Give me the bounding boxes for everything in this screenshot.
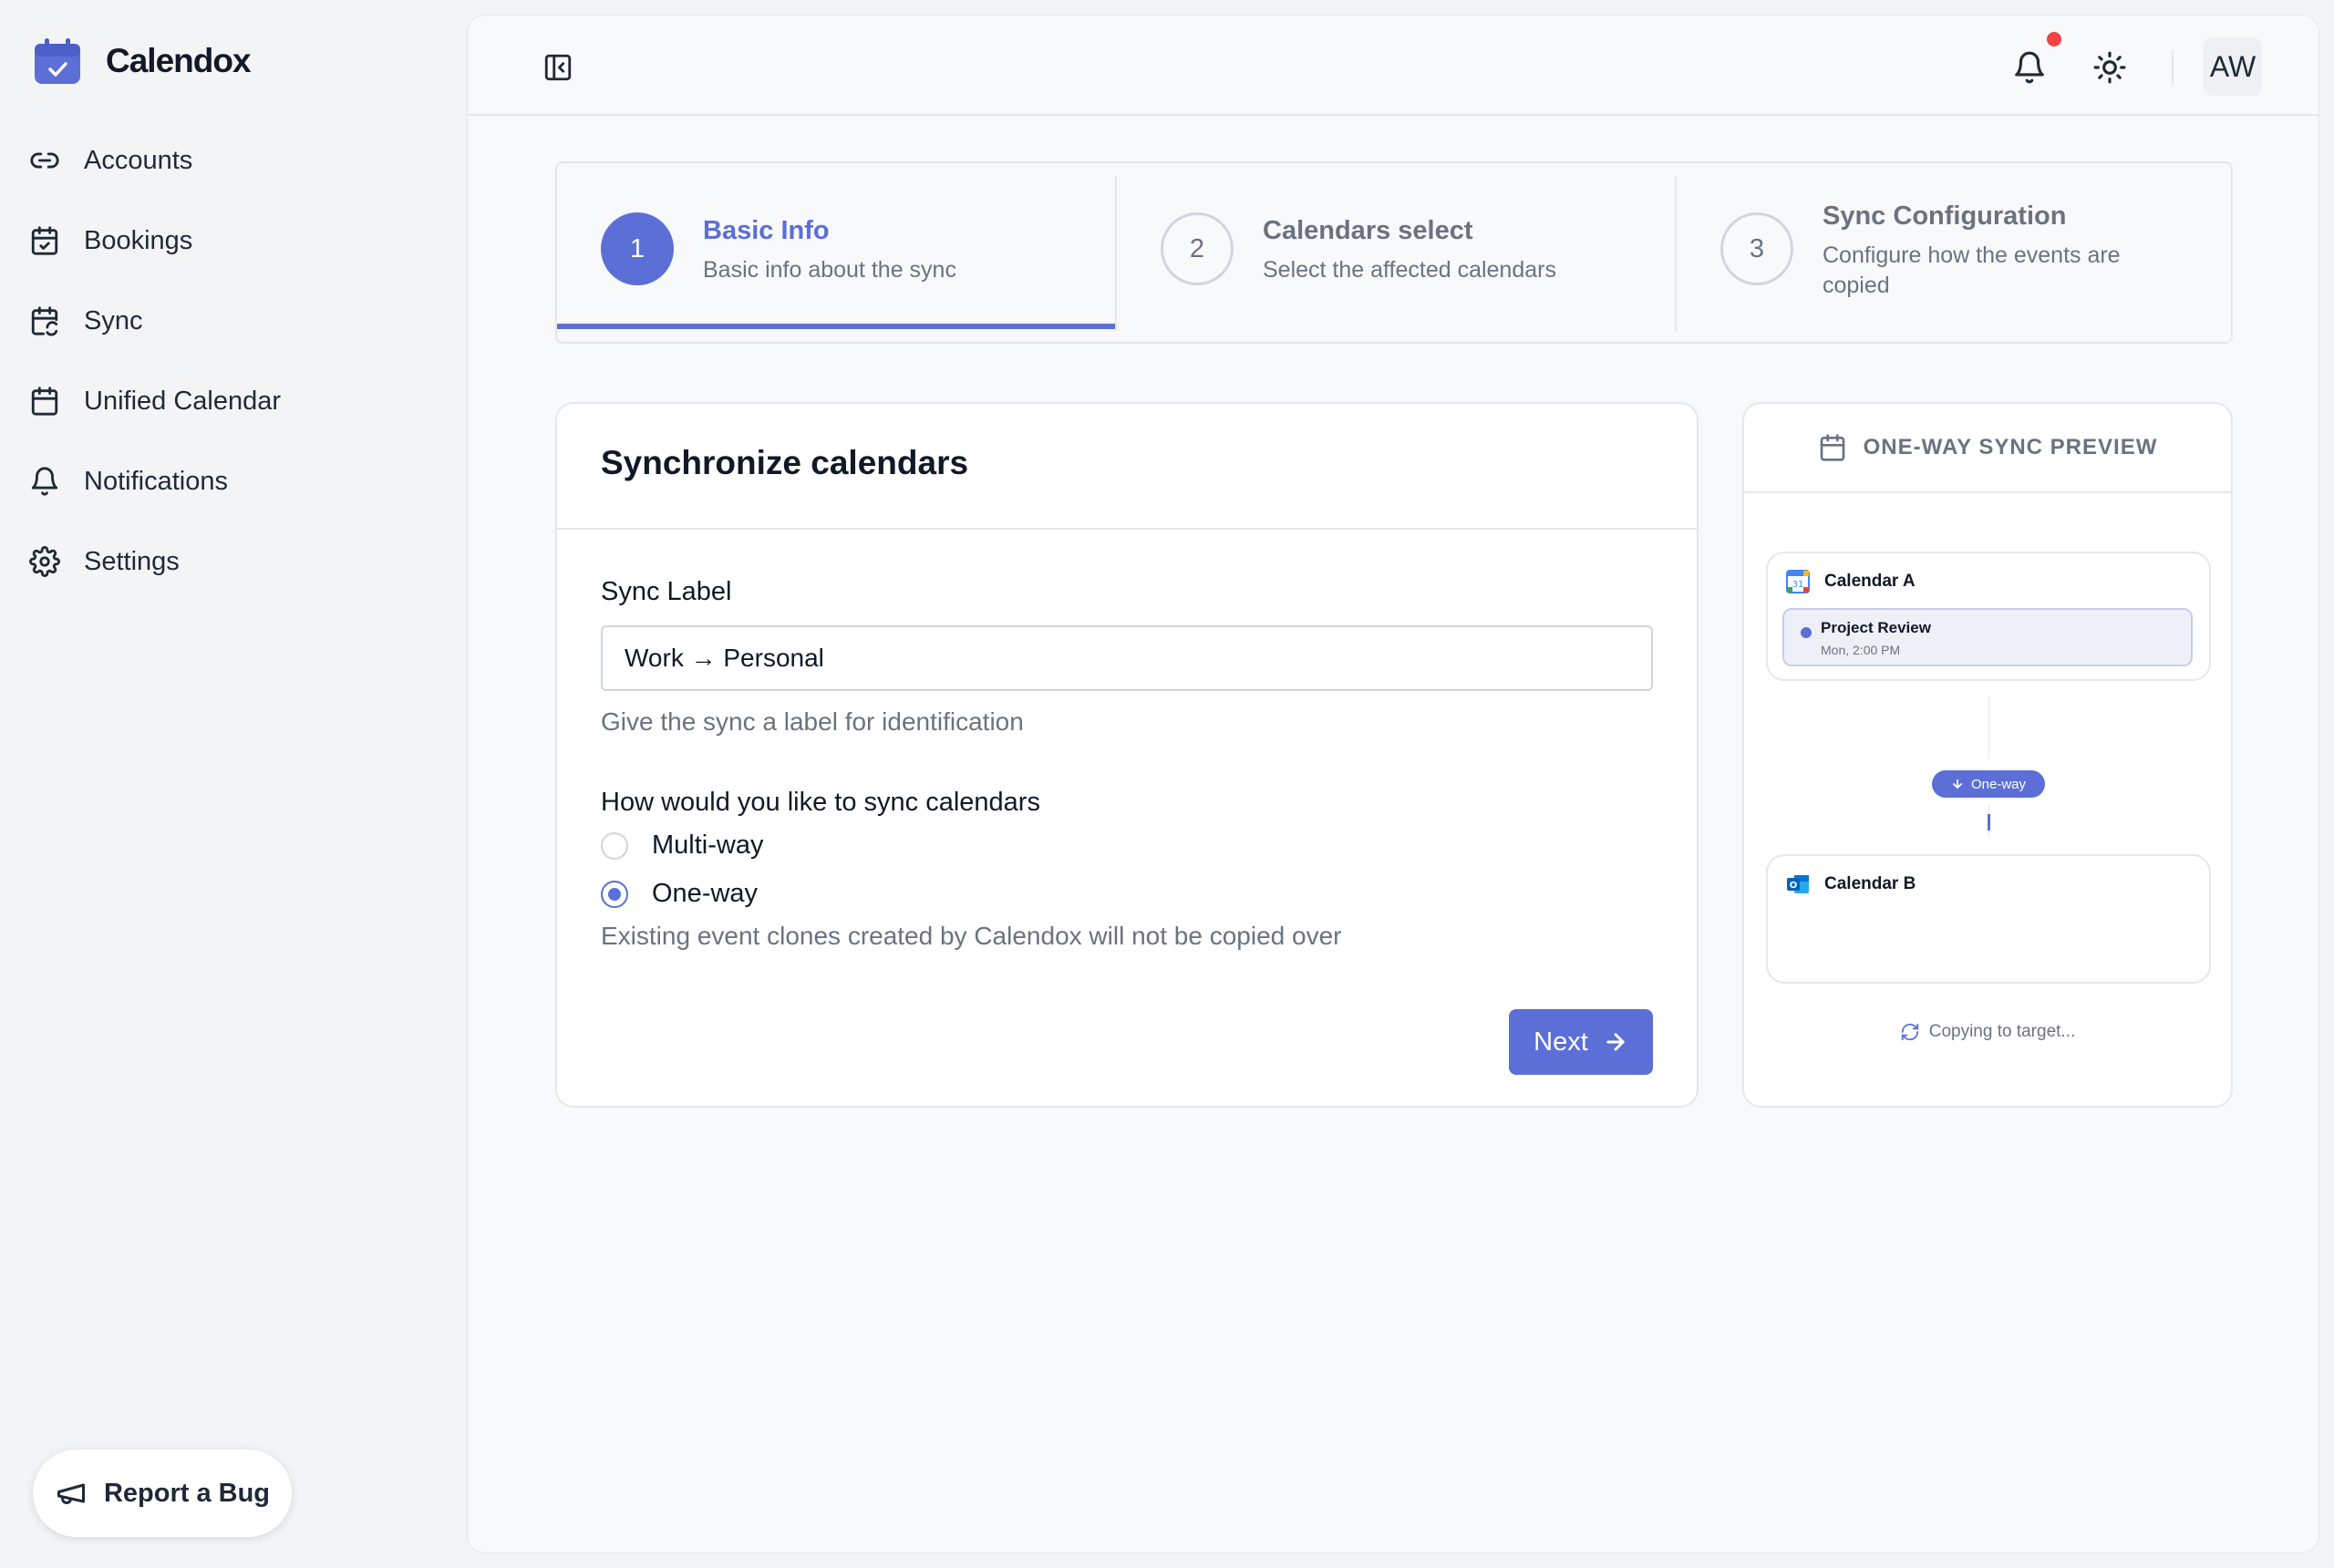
step-number: 2 <box>1161 212 1234 285</box>
notifications-bell-icon[interactable] <box>2012 50 2047 85</box>
step-sync-configuration[interactable]: 3 Sync Configuration Configure how the e… <box>1677 163 2233 342</box>
calendar-a-name: Calendar A <box>1824 572 1916 591</box>
step-title: Calendars select <box>1263 216 1473 245</box>
sidebar-item-unified-calendar[interactable]: Unified Calendar <box>27 361 447 441</box>
flow-indicator <box>1988 814 1990 830</box>
calendar-b-box: O Calendar B <box>1766 854 2211 984</box>
sun-icon[interactable] <box>2092 50 2127 85</box>
radio-label: Multi-way <box>652 830 764 860</box>
main-panel: AW 1 Basic Info Basic info about the syn… <box>467 15 2319 1553</box>
sync-mode-hint: Existing event clones created by Calendo… <box>601 922 1342 950</box>
direction-badge: One-way <box>1932 770 2045 798</box>
calendar-a-header: 31 Calendar A <box>1786 570 1916 593</box>
bell-icon <box>31 467 58 496</box>
svg-text:31: 31 <box>1792 580 1804 590</box>
sidebar-item-label: Unified Calendar <box>84 386 282 416</box>
connector-line <box>1988 696 1989 759</box>
sidebar-item-settings[interactable]: Settings <box>27 521 447 602</box>
step-text: Basic Info Basic info about the sync <box>703 216 1068 285</box>
step-calendars-select[interactable]: 2 Calendars select Select the affected c… <box>1117 163 1675 342</box>
avatar[interactable]: AW <box>2204 37 2262 96</box>
sidebar-item-label: Notifications <box>84 466 228 496</box>
sidebar-item-bookings[interactable]: Bookings <box>27 201 447 281</box>
sync-label-label: Sync Label <box>601 577 732 606</box>
sidebar-item-label: Bookings <box>84 225 193 255</box>
sync-label-input[interactable] <box>601 625 1653 691</box>
sidebar-item-sync[interactable]: Sync <box>27 281 447 361</box>
topbar-divider <box>2172 50 2174 85</box>
calendar-check-icon <box>31 226 58 255</box>
sidebar-item-label: Sync <box>84 305 143 335</box>
sidebar-item-label: Settings <box>84 546 180 576</box>
step-description: Configure how the events are copied <box>1823 242 2121 298</box>
step-number: 1 <box>601 212 674 285</box>
step-title: Basic Info <box>703 216 830 245</box>
sidebar-item-label: Accounts <box>84 145 193 175</box>
calendar-icon <box>1820 434 1844 461</box>
event-card: Project Review Mon, 2:00 PM <box>1782 608 2193 666</box>
step-text: Calendars select Select the affected cal… <box>1263 216 1627 285</box>
sidebar-item-notifications[interactable]: Notifications <box>27 441 447 521</box>
step-description: Basic info about the sync <box>703 257 956 283</box>
radio-button[interactable] <box>601 831 628 860</box>
radio-multi-way[interactable]: Multi-way <box>601 830 1653 861</box>
topbar: AW <box>468 15 2319 116</box>
calendar-logo-icon <box>35 38 80 84</box>
report-bug-button[interactable]: Report a Bug <box>33 1449 292 1537</box>
stepper: 1 Basic Info Basic info about the sync 2… <box>555 161 2233 344</box>
event-time: Mon, 2:00 PM <box>1821 643 1901 657</box>
report-bug-label: Report a Bug <box>103 1478 271 1508</box>
next-button[interactable]: Next <box>1509 1009 1653 1075</box>
step-description: Select the affected calendars <box>1263 257 1556 283</box>
step-basic-info[interactable]: 1 Basic Info Basic info about the sync <box>557 163 1115 342</box>
sync-preview-card: ONE-WAY SYNC PREVIEW 31 Calendar A Proje… <box>1742 402 2233 1108</box>
copy-status: Copying to target... <box>1744 1022 2231 1042</box>
copy-status-text: Copying to target... <box>1928 1022 2076 1041</box>
event-title: Project Review <box>1821 619 1931 636</box>
calendar-a-box: 31 Calendar A Project Review Mon, 2:00 P… <box>1766 552 2211 681</box>
sync-form-card: Synchronize calendars Sync Label Give th… <box>555 402 1699 1108</box>
megaphone-icon <box>57 1483 85 1504</box>
link-icon <box>30 152 59 169</box>
radio-one-way[interactable]: One-way <box>601 879 1653 909</box>
calendar-sync-icon <box>31 306 58 336</box>
google-calendar-icon: 31 <box>1786 570 1810 593</box>
outlook-icon: O <box>1787 875 1809 893</box>
sidebar-collapse-icon[interactable] <box>542 52 573 83</box>
next-label: Next <box>1534 1026 1588 1057</box>
brand-name: Calendox <box>106 42 252 79</box>
sidebar-item-accounts[interactable]: Accounts <box>27 120 447 201</box>
step-number: 3 <box>1720 212 1793 285</box>
calendar-b-header: O Calendar B <box>1786 872 1916 896</box>
brand[interactable]: Calendox <box>33 36 252 86</box>
sidebar-nav: Accounts Bookings Sync Unified Calendar … <box>27 120 447 602</box>
active-step-indicator <box>557 324 1115 329</box>
preview-header: ONE-WAY SYNC PREVIEW <box>1744 404 2231 493</box>
arrow-right-icon <box>1606 1033 1625 1051</box>
svg-text:O: O <box>1790 881 1798 891</box>
event-dot <box>1801 627 1812 638</box>
card-body: Sync Label Give the sync a label for ide… <box>557 530 1697 998</box>
sidebar: Calendox Accounts Bookings Sync Unified … <box>0 0 467 1568</box>
notification-dot <box>2047 32 2061 46</box>
preview-title: ONE-WAY SYNC PREVIEW <box>1863 435 2158 459</box>
arrow-down-icon <box>1953 779 1962 789</box>
refresh-icon <box>1901 1023 1918 1041</box>
calendar-b-name: Calendar B <box>1824 874 1916 893</box>
direction-label: One-way <box>1970 776 2027 792</box>
card-header: Synchronize calendars <box>557 404 1697 530</box>
sync-label-hint: Give the sync a label for identification <box>601 707 1024 736</box>
radio-button-selected[interactable] <box>601 880 628 908</box>
gear-icon <box>29 546 60 577</box>
card-title: Synchronize calendars <box>601 444 969 481</box>
step-title: Sync Configuration <box>1823 201 2067 231</box>
sync-mode-label: How would you like to sync calendars <box>601 788 1040 817</box>
calendar-icon <box>31 387 58 416</box>
step-text: Sync Configuration Configure how the eve… <box>1823 201 2187 301</box>
radio-label: One-way <box>652 879 759 908</box>
